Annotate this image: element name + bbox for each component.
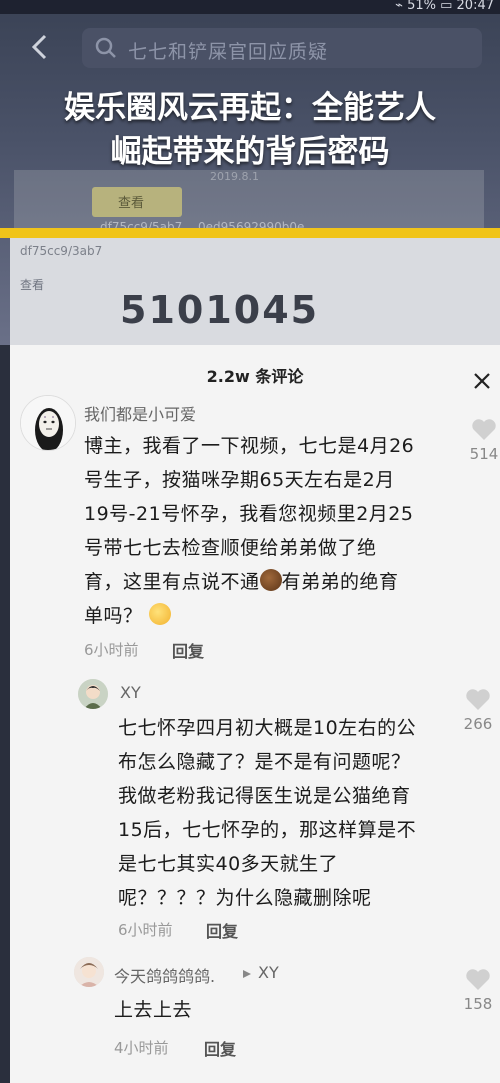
nut-emoji-icon <box>259 569 282 591</box>
avatar[interactable] <box>20 395 76 451</box>
headline-line-1: 娱乐圈风云再起：全能艺人 <box>64 90 436 126</box>
comment-line: 上去上去 <box>114 999 193 1021</box>
like-button[interactable]: 158 <box>458 967 498 1013</box>
headline-line-2: 崛起带来的背后密码 <box>110 134 390 170</box>
reply-text: 上去上去 <box>114 993 454 1027</box>
comment-line-part: 单吗？ <box>84 605 143 627</box>
comment-line: 七七怀孕四月初大概是10左右的公 <box>118 717 417 739</box>
avatar[interactable] <box>78 679 108 709</box>
comment-line: 布怎么隐藏了？是不是有问题呢？ <box>118 751 411 773</box>
heart-icon <box>466 689 490 710</box>
like-count: 514 <box>469 445 499 463</box>
search-input[interactable]: 七七和铲屎官回应质疑 <box>82 28 482 68</box>
comment-username[interactable]: 我们都是小可爱 <box>84 401 196 425</box>
reply-button[interactable]: 回复 <box>206 918 238 942</box>
background-photo: ⌁ 51% ▭ 20:47 七七和铲屎官回应质疑 查看 2019.8.1 df7… <box>0 0 500 345</box>
reply-button[interactable]: 回复 <box>172 638 204 662</box>
like-count: 266 <box>463 715 493 733</box>
status-indicators: ⌁ 51% ▭ 20:47 <box>395 0 494 13</box>
reply-text: 七七怀孕四月初大概是10左右的公 布怎么隐藏了？是不是有问题呢？ 我做老粉我记得… <box>118 711 463 915</box>
search-bar: 七七和铲屎官回应质疑 <box>20 22 490 76</box>
no-face-avatar-icon <box>21 396 75 450</box>
reply-time: 4小时前 <box>114 1039 169 1057</box>
comment-line-part: 育，这里有点说不通 <box>84 571 260 593</box>
comment-line: 育，这里有点说不通 有弟弟的绝育 <box>84 565 474 599</box>
blurred-button-label: 查看 <box>118 196 145 211</box>
accent-divider <box>0 228 500 238</box>
reply-button[interactable]: 回复 <box>204 1036 236 1060</box>
comment-time: 6小时前 <box>84 641 139 659</box>
comment-item: 我们都是小可爱 博主，我看了一下视频，七七是4月26 号生子，按猫咪孕期65天左… <box>10 345 500 675</box>
heart-icon <box>466 969 490 990</box>
like-count: 158 <box>463 995 493 1013</box>
reply-item: 今天鸽鸽鸽鸽. XY 上去上去 4小时前 回复 158 <box>10 945 500 1083</box>
screen-hash: df75cc9/3ab7 <box>20 244 103 258</box>
screen-view-label: 查看 <box>20 278 45 292</box>
comment-text: 博主，我看了一下视频，七七是4月26 号生子，按猫咪孕期65天左右是2月 19号… <box>84 429 474 633</box>
comment-line: 15后，七七怀孕的，那这样算是不 <box>118 819 417 841</box>
user-avatar-icon <box>78 679 108 709</box>
avatar[interactable] <box>74 957 104 987</box>
comment-line: 我做老粉我记得医生说是公猫绝育 <box>118 785 411 807</box>
comment-line: 号生子，按猫咪孕期65天左右是2月 <box>84 469 395 491</box>
user-avatar-icon <box>74 957 104 987</box>
reply-username[interactable]: XY <box>120 683 141 702</box>
comment-line: 单吗？ <box>84 599 474 633</box>
comment-line: 呢？？？？为什么隐藏删除呢 <box>118 887 372 909</box>
screen-number: 5101045 <box>120 288 320 332</box>
comment-line: 博主，我看了一下视频，七七是4月26 <box>84 435 415 457</box>
reply-time: 6小时前 <box>118 921 173 939</box>
comments-sheet: 2.2w 条评论 我们都是小可爱 博主，我看了一下视频，七七是4月26 号生子，… <box>10 345 500 1083</box>
comment-line-part: 有弟弟的绝育 <box>281 571 399 593</box>
blush-emoji-icon <box>149 603 172 625</box>
status-bar: ⌁ 51% ▭ 20:47 <box>0 0 500 14</box>
comment-line: 是七七其实40多天就生了 <box>118 853 339 875</box>
like-button[interactable]: 266 <box>458 687 498 733</box>
search-query: 七七和铲屎官回应质疑 <box>128 41 329 63</box>
comment-line: 号带七七去检查顺便给弟弟做了绝 <box>84 537 377 559</box>
heart-icon <box>472 419 496 440</box>
back-arrow-icon[interactable] <box>30 34 50 60</box>
reply-item: XY 七七怀孕四月初大概是10左右的公 布怎么隐藏了？是不是有问题呢？ 我做老粉… <box>10 665 500 945</box>
reply-arrow-icon <box>243 970 251 978</box>
reply-username[interactable]: 今天鸽鸽鸽鸽. <box>114 963 215 987</box>
reply-to-username[interactable]: XY <box>258 963 279 982</box>
like-button[interactable]: 514 <box>464 417 500 463</box>
comment-line: 19号-21号怀孕，我看您视频里2月25 <box>84 503 414 525</box>
headline: 娱乐圈风云再起：全能艺人 崛起带来的背后密码 <box>0 86 500 174</box>
search-icon <box>95 37 116 58</box>
